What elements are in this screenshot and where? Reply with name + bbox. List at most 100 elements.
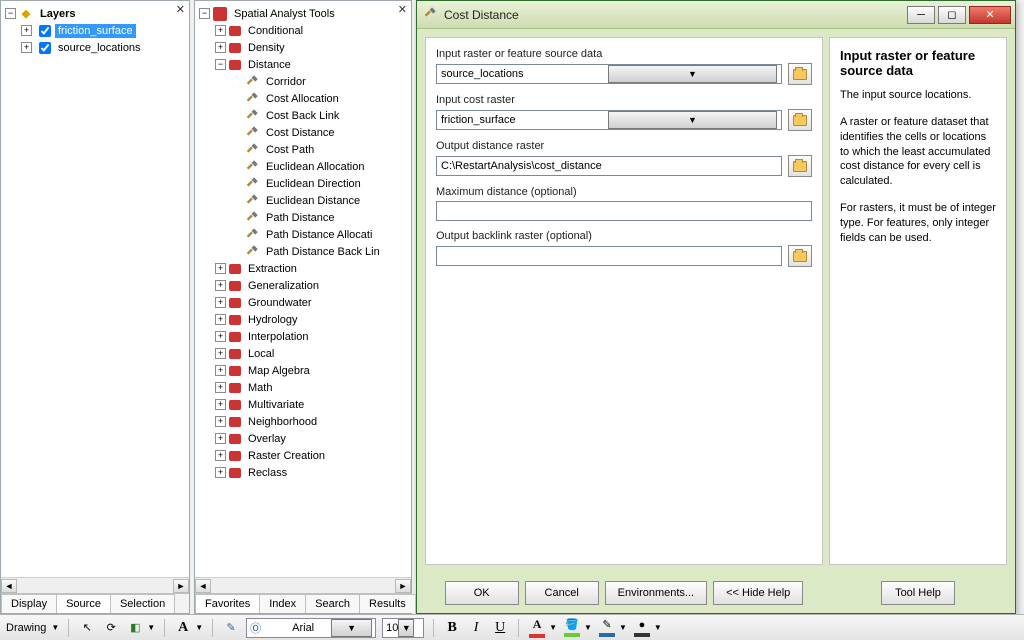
expand-icon[interactable]: + [215,297,226,308]
chevron-down-icon[interactable]: ▼ [654,623,662,632]
chevron-down-icon[interactable]: ▼ [584,623,592,632]
output-distance-input[interactable] [436,156,782,176]
browse-button[interactable] [788,109,812,131]
collapse-icon[interactable]: − [199,8,210,19]
expand-icon[interactable]: + [215,433,226,444]
chevron-down-icon[interactable]: ▼ [619,623,627,632]
tool-label[interactable]: Cost Path [263,143,317,157]
fill-color-button[interactable]: 🪣 [563,619,581,637]
expand-icon[interactable]: + [215,314,226,325]
toolset-label[interactable]: Multivariate [245,398,307,412]
collapse-icon[interactable]: − [215,59,226,70]
chevron-down-icon[interactable]: ▼ [51,623,59,632]
font-size-combo[interactable]: 10 ▼ [382,618,424,638]
toolbox-scrollbar[interactable]: ◄ ► [195,577,411,593]
toolset-label[interactable]: Groundwater [245,296,315,310]
chevron-down-icon[interactable]: ▼ [608,65,777,83]
scroll-left-icon[interactable]: ◄ [195,579,211,593]
expand-icon[interactable]: + [215,467,226,478]
text-tool-icon[interactable]: A [174,619,192,637]
bold-button[interactable]: B [443,619,461,637]
expand-icon[interactable]: + [215,416,226,427]
expand-icon[interactable]: + [215,450,226,461]
tool-label[interactable]: Path Distance [263,211,337,225]
toolset-label[interactable]: Raster Creation [245,449,328,463]
input-cost-combo[interactable]: friction_surface ▼ [436,110,782,130]
underline-button[interactable]: U [491,619,509,637]
toc-tab-display[interactable]: Display [1,594,57,613]
font-color-button[interactable]: A [528,619,546,637]
layer-label[interactable]: source_locations [55,41,144,55]
toolset-label[interactable]: Math [245,381,275,395]
expand-icon[interactable]: + [215,42,226,53]
browse-button[interactable] [788,155,812,177]
expand-icon[interactable]: + [215,331,226,342]
layer-label[interactable]: friction_surface [55,24,136,38]
tool-label[interactable]: Path Distance Allocati [263,228,375,242]
marker-color-button[interactable]: ● [633,619,651,637]
environments-button[interactable]: Environments... [605,581,707,605]
maximize-button[interactable]: ◻ [938,6,966,24]
chevron-down-icon[interactable]: ▼ [398,619,414,637]
tool-label[interactable]: Cost Distance [263,126,337,140]
expand-icon[interactable]: + [21,42,32,53]
scroll-right-icon[interactable]: ► [395,579,411,593]
expand-icon[interactable]: + [215,263,226,274]
toc-root-label[interactable]: Layers [37,7,78,21]
toolset-label[interactable]: Local [245,347,277,361]
toolset-label[interactable]: Conditional [245,24,306,38]
chevron-down-icon[interactable]: ▼ [608,111,777,129]
tool-label[interactable]: Cost Allocation [263,92,342,106]
minimize-button[interactable]: ─ [907,6,935,24]
toolbox-root-label[interactable]: Spatial Analyst Tools [231,7,338,21]
expand-icon[interactable]: + [215,348,226,359]
close-icon[interactable]: ✕ [176,3,185,16]
toolbox-tab-index[interactable]: Index [259,594,306,613]
cancel-button[interactable]: Cancel [525,581,599,605]
chevron-down-icon[interactable]: ▼ [195,623,203,632]
browse-button[interactable] [788,245,812,267]
expand-icon[interactable]: + [215,399,226,410]
toc-tab-source[interactable]: Source [56,594,111,613]
edit-vertices-icon[interactable]: ✎ [222,619,240,637]
toolbox-tab-search[interactable]: Search [305,594,360,613]
italic-button[interactable]: I [467,619,485,637]
expand-icon[interactable]: + [215,382,226,393]
toolset-label[interactable]: Extraction [245,262,300,276]
chevron-down-icon[interactable]: ▼ [549,623,557,632]
expand-icon[interactable]: + [215,25,226,36]
chevron-down-icon[interactable]: ▼ [147,623,155,632]
layer-checkbox[interactable] [39,25,51,37]
tool-label[interactable]: Euclidean Distance [263,194,363,208]
tool-help-button[interactable]: Tool Help [881,581,955,605]
browse-button[interactable] [788,63,812,85]
toolset-label[interactable]: Hydrology [245,313,301,327]
layer-checkbox[interactable] [39,42,51,54]
chevron-down-icon[interactable]: ▼ [331,619,372,637]
input-source-combo[interactable]: source_locations ▼ [436,64,782,84]
scroll-left-icon[interactable]: ◄ [1,579,17,593]
toolset-label[interactable]: Reclass [245,466,290,480]
tool-label[interactable]: Euclidean Direction [263,177,364,191]
toolset-label[interactable]: Generalization [245,279,322,293]
toolset-label[interactable]: Neighborhood [245,415,320,429]
backlink-input[interactable] [436,246,782,266]
pointer-tool-icon[interactable]: ↖ [78,619,96,637]
toolset-label[interactable]: Overlay [245,432,289,446]
close-icon[interactable]: ✕ [398,3,407,16]
expand-icon[interactable]: + [215,365,226,376]
toolset-label[interactable]: Distance [245,58,294,72]
toc-tab-selection[interactable]: Selection [110,594,175,613]
toolbox-tab-results[interactable]: Results [359,594,416,613]
tool-label[interactable]: Path Distance Back Lin [263,245,383,259]
expand-icon[interactable]: + [215,280,226,291]
hide-help-button[interactable]: << Hide Help [713,581,803,605]
shape-tool-icon[interactable]: ◧ [126,619,144,637]
toolset-label[interactable]: Density [245,41,288,55]
toolset-label[interactable]: Map Algebra [245,364,313,378]
font-name-combo[interactable]: Ⓞ Arial ▼ [246,618,376,638]
toc-scrollbar[interactable]: ◄ ► [1,577,189,593]
line-color-button[interactable]: ✎ [598,619,616,637]
expand-icon[interactable]: + [21,25,32,36]
toolbox-tab-favorites[interactable]: Favorites [195,594,260,613]
